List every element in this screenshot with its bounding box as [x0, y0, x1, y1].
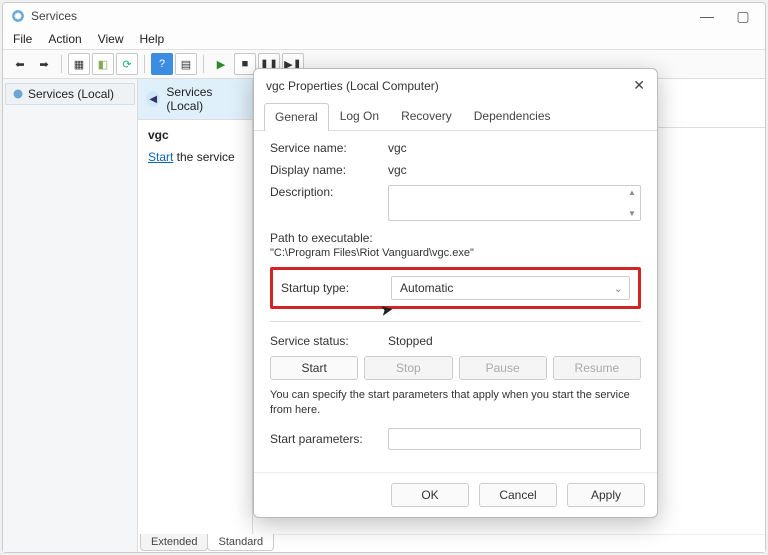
- cancel-button[interactable]: Cancel: [479, 483, 557, 507]
- tab-logon[interactable]: Log On: [329, 102, 390, 130]
- menu-bar: File Action View Help: [3, 29, 765, 50]
- list-bottom-row: [253, 534, 765, 552]
- gear-icon: [12, 88, 24, 100]
- dialog-title-bar: vgc Properties (Local Computer) ✕: [254, 69, 657, 102]
- path-exe-value: "C:\Program Files\Riot Vanguard\vgc.exe": [270, 247, 641, 259]
- tree-pane: Services (Local): [3, 79, 138, 552]
- service-name-value: vgc: [388, 141, 641, 155]
- service-status-value: Stopped: [388, 334, 641, 348]
- toolbar-btn-3[interactable]: ⟳: [116, 53, 138, 75]
- resume-button: Resume: [553, 356, 641, 380]
- play-button[interactable]: ▶: [210, 53, 232, 75]
- start-button[interactable]: Start: [270, 356, 358, 380]
- detail-header: ◀ Services (Local): [138, 79, 252, 120]
- toolbar-btn-2[interactable]: ◧: [92, 53, 114, 75]
- startup-type-value: Automatic: [400, 281, 453, 295]
- start-params-hint: You can specify the start parameters tha…: [270, 388, 641, 418]
- pause-button: Pause: [459, 356, 547, 380]
- tab-extended[interactable]: Extended: [140, 534, 208, 551]
- menu-file[interactable]: File: [13, 32, 32, 46]
- tab-standard[interactable]: Standard: [207, 534, 274, 551]
- start-params-label: Start parameters:: [270, 432, 380, 446]
- menu-help[interactable]: Help: [140, 32, 165, 46]
- maximize-button[interactable]: ▢: [729, 8, 757, 25]
- tree-root-label: Services (Local): [28, 87, 114, 101]
- back-button[interactable]: ⬅: [9, 53, 31, 75]
- title-bar: Services — ▢: [3, 3, 765, 29]
- back-circle-icon[interactable]: ◀: [146, 91, 160, 107]
- spin-up-icon[interactable]: ▲: [628, 188, 636, 197]
- view-tabs: Extended Standard: [140, 534, 273, 551]
- tab-dependencies[interactable]: Dependencies: [463, 102, 562, 130]
- close-icon[interactable]: ✕: [633, 77, 645, 94]
- window-title: Services: [31, 9, 77, 23]
- toolbar-btn-1[interactable]: ▦: [68, 53, 90, 75]
- service-name-label: Service name:: [270, 141, 380, 155]
- minimize-button[interactable]: —: [693, 8, 721, 25]
- toolbar-btn-4[interactable]: ▤: [175, 53, 197, 75]
- startup-type-dropdown[interactable]: Automatic: [391, 276, 630, 300]
- tree-root-item[interactable]: Services (Local): [5, 83, 135, 105]
- start-service-link[interactable]: Start: [148, 150, 173, 164]
- start-params-input[interactable]: [388, 428, 641, 450]
- forward-button[interactable]: ➡: [33, 53, 55, 75]
- ok-button[interactable]: OK: [391, 483, 469, 507]
- selected-service-name: vgc: [148, 128, 242, 142]
- detail-pane: ◀ Services (Local) vgc Start the service: [138, 79, 253, 552]
- tab-recovery[interactable]: Recovery: [390, 102, 463, 130]
- display-name-value: vgc: [388, 163, 641, 177]
- description-label: Description:: [270, 185, 380, 199]
- tab-general[interactable]: General: [264, 103, 329, 131]
- service-status-label: Service status:: [270, 334, 380, 348]
- dialog-tabs: General Log On Recovery Dependencies: [254, 102, 657, 131]
- detail-header-label: Services (Local): [166, 85, 244, 113]
- display-name-label: Display name:: [270, 163, 380, 177]
- startup-type-label: Startup type:: [281, 281, 383, 295]
- services-icon: [11, 9, 25, 23]
- startup-type-highlight: Startup type: Automatic: [270, 267, 641, 309]
- start-service-line: Start the service: [148, 150, 242, 164]
- help-button[interactable]: ?: [151, 53, 173, 75]
- menu-action[interactable]: Action: [48, 32, 81, 46]
- dialog-title: vgc Properties (Local Computer): [266, 79, 439, 93]
- stop-button: Stop: [364, 356, 452, 380]
- description-field[interactable]: ▲▼: [388, 185, 641, 221]
- path-exe-label: Path to executable:: [270, 231, 641, 245]
- properties-dialog: vgc Properties (Local Computer) ✕ Genera…: [253, 68, 658, 518]
- menu-view[interactable]: View: [98, 32, 124, 46]
- spin-down-icon[interactable]: ▼: [628, 209, 636, 218]
- apply-button[interactable]: Apply: [567, 483, 645, 507]
